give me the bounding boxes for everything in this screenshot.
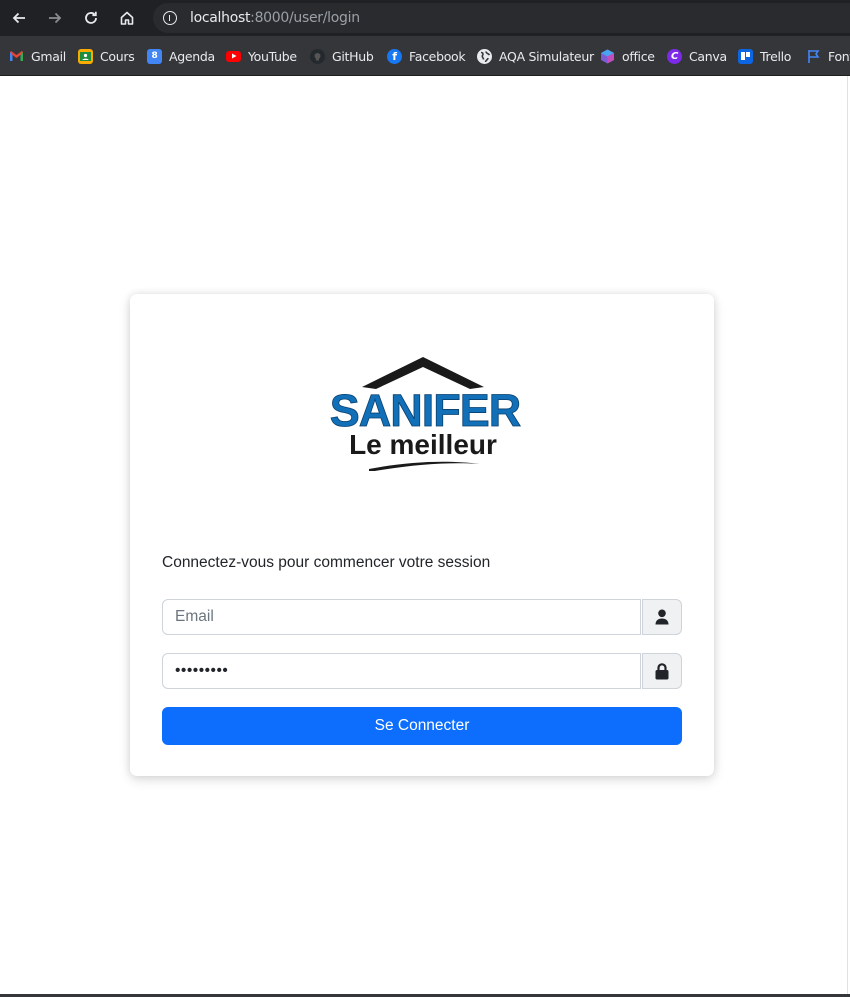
office-icon [600,49,615,64]
bookmark-canva[interactable]: C Canva [667,47,727,65]
forward-button[interactable] [44,7,66,29]
bookmark-label: Agenda [169,48,215,64]
calendar-icon: 8 [147,48,162,64]
arrow-right-icon [49,12,62,24]
login-submit-button[interactable]: Se Connecter [162,707,682,745]
password-field[interactable]: ••••••••• [162,653,641,689]
sanifer-logo: SANIFER Le meilleur [320,356,530,472]
lock-icon [655,662,669,679]
bookmark-label: Gmail [31,48,66,64]
bookmark-label: Facebook [409,48,466,64]
bookmark-label: Cours [100,48,135,64]
reload-button[interactable] [80,7,102,29]
bookmark-github[interactable]: GitHub [310,47,374,65]
bookmark-gmail[interactable]: Gmail [9,47,66,65]
url-text[interactable]: localhost:8000/user/login [190,10,360,26]
bookmark-label: Font [828,48,850,64]
arrow-left-icon [12,12,25,24]
bookmark-label: YouTube [248,48,297,64]
flag-icon [806,49,821,64]
email-field[interactable]: Email [162,599,641,635]
site-info-icon[interactable] [163,11,177,25]
youtube-icon [226,50,241,62]
login-card: SANIFER Le meilleur Connectez-vous pour … [130,294,714,776]
bookmark-agenda[interactable]: 8 Agenda [147,47,215,65]
bookmark-label: Trello [760,48,792,64]
reload-icon [85,11,97,24]
home-button[interactable] [116,7,138,29]
password-addon [642,653,682,689]
url-path: :8000/user/login [250,10,360,26]
address-bar[interactable]: localhost:8000/user/login [153,3,850,33]
bookmark-label: Canva [689,48,727,64]
bookmark-label: office [622,48,655,64]
gmail-icon [9,49,24,64]
page-edge-divider [847,76,848,997]
bookmark-font[interactable]: Font [806,47,850,65]
browser-toolbar: localhost:8000/user/login [0,0,850,36]
url-host: localhost [190,10,251,26]
classroom-icon [78,48,93,64]
globe-icon [477,48,492,64]
back-button[interactable] [8,7,30,29]
login-intro-text: Connectez-vous pour commencer votre sess… [162,554,491,571]
bookmark-facebook[interactable]: f Facebook [387,47,466,65]
user-icon [655,609,669,625]
password-value: ••••••••• [175,662,229,679]
bookmark-cours[interactable]: Cours [78,47,135,65]
bookmark-label: GitHub [332,48,374,64]
bookmark-youtube[interactable]: YouTube [226,47,297,65]
home-icon [120,11,134,25]
canva-icon: C [667,48,682,64]
trello-icon [738,48,753,64]
email-placeholder: Email [175,608,214,625]
bookmark-label: AQA Simulateur [499,48,594,64]
facebook-icon: f [387,48,402,64]
bookmark-aqa-simulateur[interactable]: AQA Simulateur [477,47,594,65]
logo-tagline: Le meilleur [349,429,497,460]
bookmark-trello[interactable]: Trello [738,47,791,65]
github-icon [310,48,325,64]
email-addon [642,599,682,635]
bookmark-office[interactable]: office [600,47,655,65]
bookmarks-bar: Gmail Cours 8 Agenda YouTube GitHub f Face… [0,36,850,76]
